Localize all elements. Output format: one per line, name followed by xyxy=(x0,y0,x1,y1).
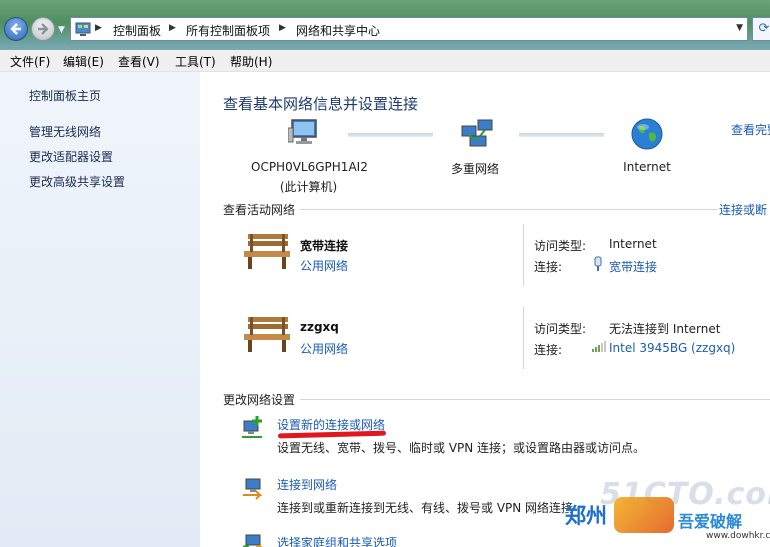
arrow-left-icon xyxy=(10,23,21,35)
menu-edit[interactable]: 编辑(E) xyxy=(63,53,104,70)
refresh-button[interactable]: ⟳ xyxy=(752,17,770,41)
back-button[interactable] xyxy=(4,17,28,41)
multiple-networks-icon xyxy=(461,119,493,147)
divider xyxy=(523,307,524,369)
change-settings-heading: 更改网络设置 xyxy=(223,393,296,407)
breadcrumb-all-items[interactable]: 所有控制面板项 xyxy=(186,22,270,39)
divider xyxy=(300,209,718,210)
signal-bars-icon xyxy=(592,341,606,352)
divider xyxy=(300,399,770,400)
address-field[interactable]: ▶ 控制面板 ▶ 所有控制面板项 ▶ 网络和共享中心 ▼ xyxy=(70,17,748,41)
network-category-link[interactable]: 公用网络 xyxy=(300,340,348,357)
connection-line xyxy=(519,133,604,137)
connect-network-icon xyxy=(243,478,263,500)
connection-label: 连接: xyxy=(534,343,563,357)
breadcrumb-separator-icon[interactable]: ▶ xyxy=(169,23,176,33)
watermark-url: www.dowhkr.com xyxy=(706,531,770,541)
task-description: 连接到或重新连接到无线、有线、拨号或 VPN 网络连接 xyxy=(277,501,574,515)
bench-icon xyxy=(244,317,290,352)
watermark-badge xyxy=(614,497,674,533)
internet-label: Internet xyxy=(623,160,671,174)
control-panel-icon xyxy=(75,22,91,36)
see-full-map-link[interactable]: 查看完整 xyxy=(731,121,770,138)
breadcrumb-control-panel[interactable]: 控制面板 xyxy=(113,22,161,39)
new-connection-icon xyxy=(242,416,262,438)
menu-tools[interactable]: 工具(T) xyxy=(175,53,216,70)
arrow-right-icon xyxy=(38,23,49,35)
sidebar-item-advanced-sharing[interactable]: 更改高级共享设置 xyxy=(29,173,125,190)
network-category-link[interactable]: 公用网络 xyxy=(300,257,348,274)
bench-icon xyxy=(244,234,290,269)
sidebar-item-control-panel-home[interactable]: 控制面板主页 xyxy=(29,87,101,104)
network-name: 宽带连接 xyxy=(300,239,349,253)
menu-view[interactable]: 查看(V) xyxy=(118,53,160,70)
connection-link[interactable]: 宽带连接 xyxy=(609,258,657,275)
access-type-value: Internet xyxy=(609,237,657,251)
connect-to-network-link[interactable]: 连接到网络 xyxy=(277,476,337,493)
history-dropdown-icon[interactable]: ▼ xyxy=(58,25,65,35)
access-type-value: 无法连接到 Internet xyxy=(609,322,721,336)
page-title: 查看基本网络信息并设置连接 xyxy=(223,95,419,113)
divider xyxy=(523,224,524,286)
menu-file[interactable]: 文件(F) xyxy=(10,53,50,70)
address-dropdown-icon[interactable]: ▼ xyxy=(736,23,743,33)
breadcrumb-separator-icon[interactable]: ▶ xyxy=(279,23,286,33)
access-type-label: 访问类型: xyxy=(534,239,587,253)
sidebar-item-adapter-settings[interactable]: 更改适配器设置 xyxy=(29,148,113,165)
menu-help[interactable]: 帮助(H) xyxy=(230,53,272,70)
homegroup-icon xyxy=(242,534,263,547)
sidebar: 控制面板主页 管理无线网络 更改适配器设置 更改高级共享设置 xyxy=(0,72,200,547)
homegroup-options-link[interactable]: 选择家庭组和共享选项 xyxy=(277,534,397,547)
address-bar-area: ▼ ▶ 控制面板 ▶ 所有控制面板项 ▶ 网络和共享中心 ▼ ⟳ xyxy=(0,0,770,50)
menu-bar: 文件(F) 编辑(E) 查看(V) 工具(T) 帮助(H) xyxy=(0,50,770,72)
dialup-connection-icon xyxy=(594,256,602,271)
connect-disconnect-link[interactable]: 连接或断 xyxy=(719,201,767,218)
computer-name: OCPH0VL6GPH1AI2 xyxy=(251,160,368,174)
watermark-brand-2: 吾爱破解 xyxy=(678,512,743,531)
connection-line xyxy=(348,133,433,137)
network-name: zzgxq xyxy=(300,320,339,334)
connection-label: 连接: xyxy=(534,260,563,274)
connection-link[interactable]: Intel 3945BG (zzgxq) xyxy=(609,341,735,355)
globe-icon xyxy=(631,118,663,150)
active-networks-heading: 查看活动网络 xyxy=(223,203,296,217)
sidebar-item-manage-wireless[interactable]: 管理无线网络 xyxy=(29,123,101,140)
main-content: 查看基本网络信息并设置连接 查看完整 OCPH0VL6GPH1AI2 (此计算机… xyxy=(200,72,770,547)
forward-button[interactable] xyxy=(31,17,55,41)
task-description: 设置无线、宽带、拨号、临时或 VPN 连接；或设置路由器或访问点。 xyxy=(277,441,646,455)
breadcrumb-separator-icon[interactable]: ▶ xyxy=(95,23,102,33)
access-type-label: 访问类型: xyxy=(534,322,587,336)
multiple-networks-label: 多重网络 xyxy=(450,162,499,176)
watermark-brand: 郑州 xyxy=(565,504,607,528)
computer-sub: (此计算机) xyxy=(279,180,338,194)
computer-icon xyxy=(288,119,317,144)
breadcrumb-network-center[interactable]: 网络和共享中心 xyxy=(296,22,380,39)
